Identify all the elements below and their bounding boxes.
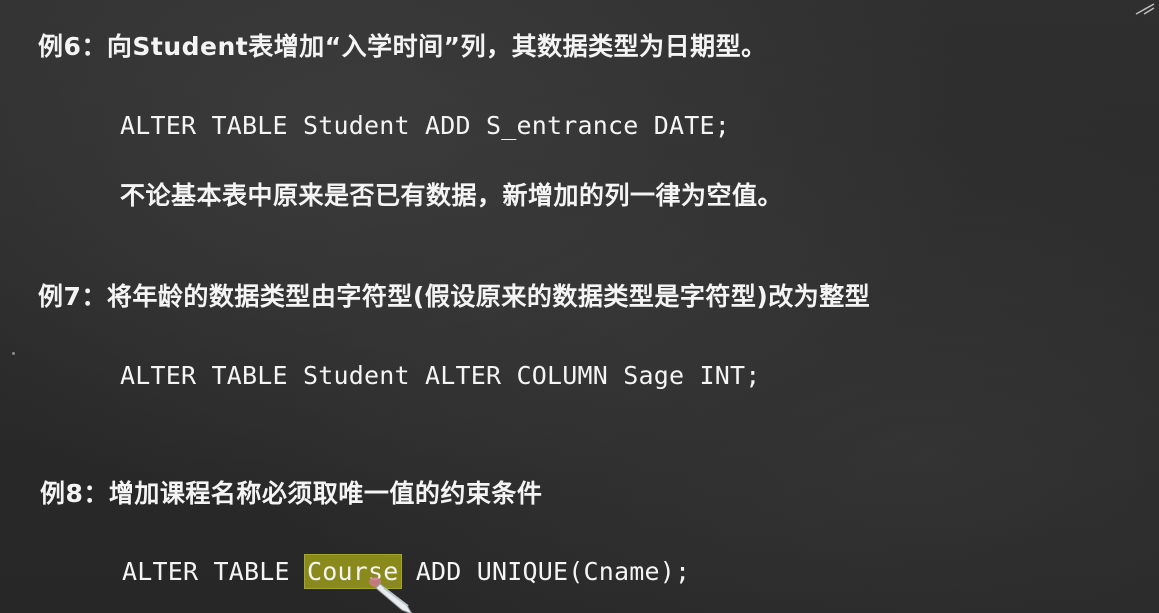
dust-dot-icon — [12, 352, 15, 355]
highlighted-table-name[interactable]: Course — [304, 554, 402, 589]
example-8-heading: 例8：增加课程名称必须取唯一值的约束条件 — [40, 479, 543, 508]
example-7-heading: 例7：将年龄的数据类型由字符型(假设原来的数据类型是字符型)改为整型 — [38, 282, 871, 311]
example-8-code: ALTER TABLE Course ADD UNIQUE(Cname); — [122, 554, 691, 589]
example-6-heading: 例6：向Student表增加“入学时间”列，其数据类型为日期型。 — [38, 32, 767, 61]
example-6-note: 不论基本表中原来是否已有数据，新增加的列一律为空值。 — [120, 181, 784, 210]
example-8-code-after: ADD UNIQUE(Cname); — [400, 557, 691, 586]
window-corner-icon — [1135, 3, 1155, 15]
slide-canvas: 例6：向Student表增加“入学时间”列，其数据类型为日期型。 ALTER T… — [0, 0, 1159, 613]
example-6-code: ALTER TABLE Student ADD S_entrance DATE; — [120, 111, 731, 140]
example-8-code-before: ALTER TABLE — [122, 557, 306, 586]
example-7-code: ALTER TABLE Student ALTER COLUMN Sage IN… — [120, 361, 761, 390]
